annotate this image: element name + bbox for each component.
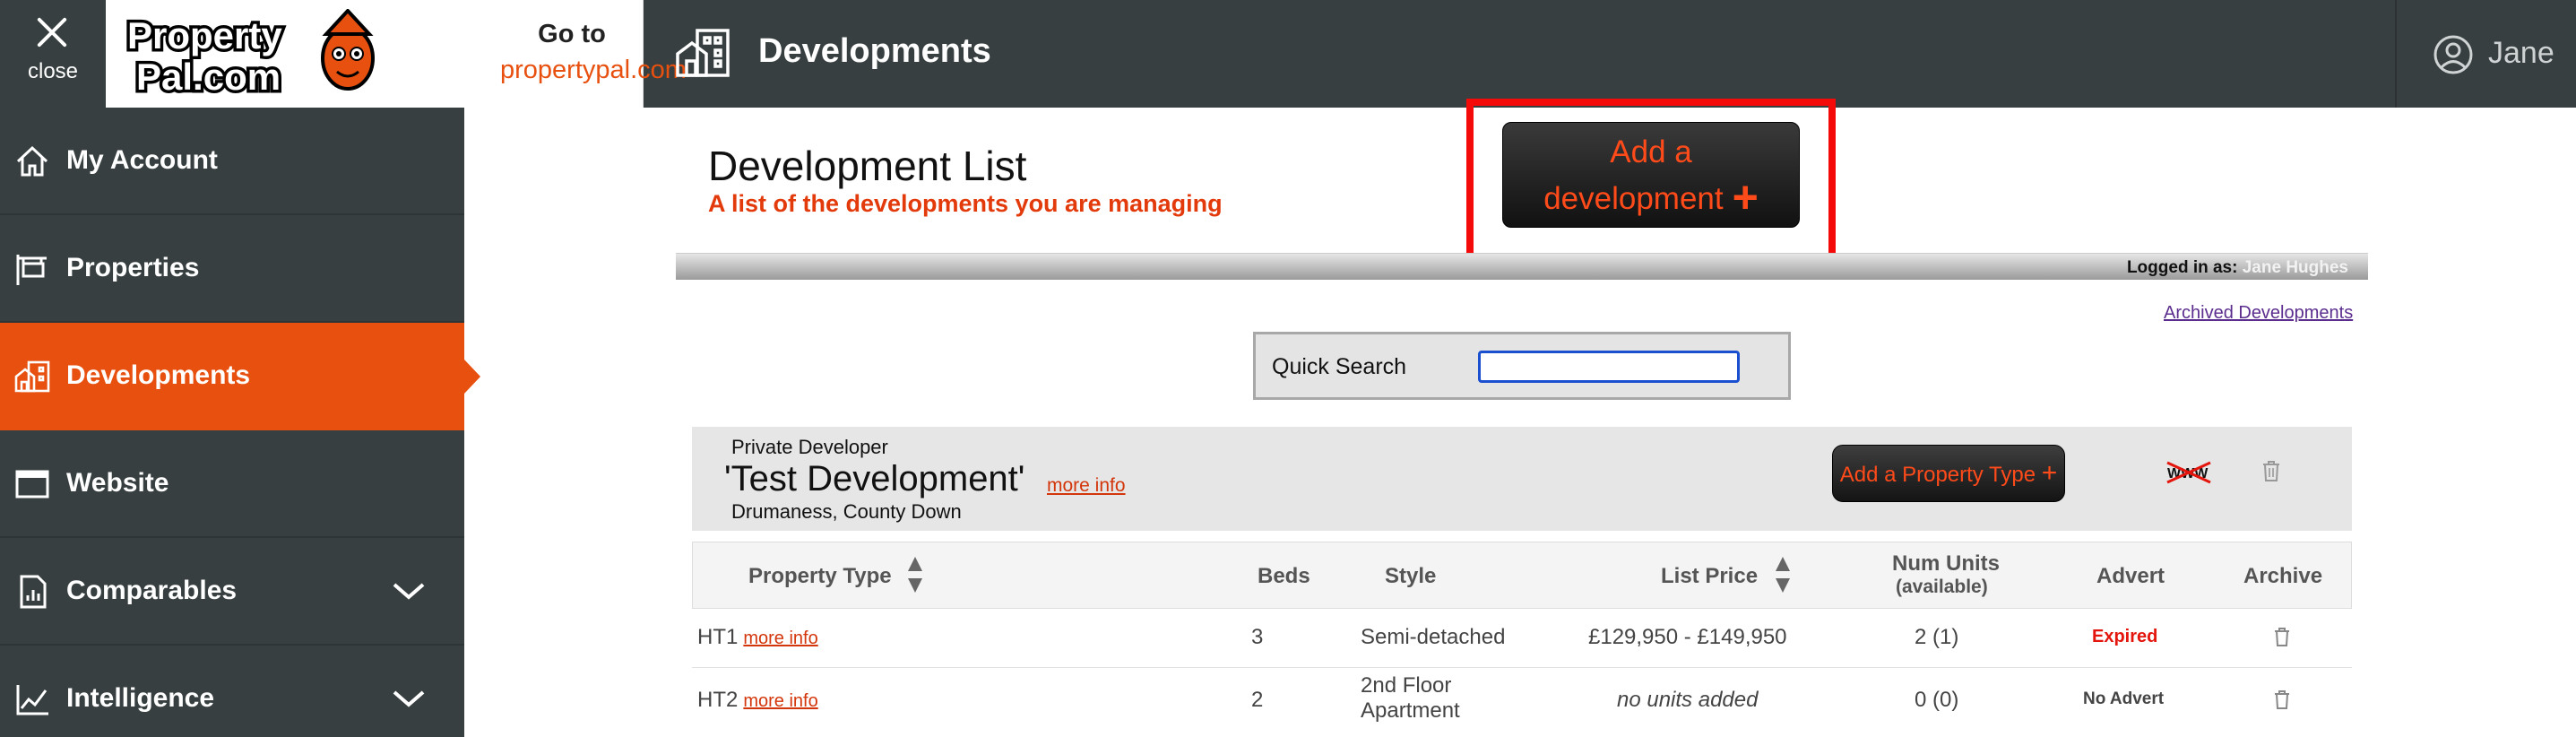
- www-disabled-icon[interactable]: WWW: [2164, 459, 2214, 486]
- header-beds: Beds: [1258, 564, 1310, 588]
- mascot-icon: [321, 9, 375, 91]
- logged-in-bar: Logged in as: Jane Hughes: [676, 253, 2368, 280]
- sidebar-item-properties[interactable]: Properties: [0, 215, 464, 323]
- sidebar-item-developments[interactable]: Developments: [0, 323, 480, 430]
- table-header: Property Type Beds Style List Price Num …: [692, 542, 2352, 609]
- user-name[interactable]: Jane: [2488, 36, 2554, 71]
- cell-style: Semi-detached: [1361, 625, 1506, 649]
- logged-in-text: Logged in as: Jane Hughes: [2127, 258, 2348, 278]
- developments-header-icon: [676, 29, 730, 77]
- header-advert: Advert: [2096, 564, 2165, 588]
- close-icon: [34, 14, 70, 50]
- user-divider: [2395, 0, 2397, 108]
- developer-type: Private Developer: [731, 436, 888, 458]
- home-icon: [16, 145, 48, 177]
- header-property-type[interactable]: Property Type: [748, 564, 892, 589]
- buildings-icon: [14, 360, 50, 393]
- cell-num-units: 2 (1): [1915, 625, 1959, 649]
- user-avatar-icon[interactable]: [2433, 34, 2474, 75]
- propertypal-logo[interactable]: Property Pal.com: [124, 9, 384, 99]
- cell-list-price: no units added: [1617, 688, 1759, 712]
- sort-icon[interactable]: [1774, 555, 1792, 594]
- header-style: Style: [1385, 564, 1437, 588]
- development-name: 'Test Development': [724, 459, 1025, 499]
- highlight-box: [1466, 99, 1836, 271]
- property-type-code: HT2: [697, 688, 739, 712]
- cell-list-price: £129,950 - £149,950: [1588, 625, 1787, 649]
- chevron-down-icon[interactable]: [391, 577, 427, 604]
- sidebar-item-label: Website: [66, 468, 169, 498]
- sidebar: My Account Properties Developments Websi…: [0, 108, 480, 737]
- quick-search-input[interactable]: [1478, 351, 1740, 383]
- header-num-units-sub: (available): [1896, 577, 1988, 597]
- goto-label: Go to: [538, 20, 606, 48]
- cell-style: 2nd Floor: [1361, 673, 1452, 698]
- quick-search-label: Quick Search: [1272, 354, 1407, 379]
- trash-icon[interactable]: [2273, 689, 2291, 709]
- sidebar-item-website[interactable]: Website: [0, 430, 464, 538]
- logged-in-name: Jane Hughes: [2242, 258, 2348, 277]
- sidebar-item-my-account[interactable]: My Account: [0, 108, 464, 215]
- trash-icon[interactable]: [2260, 459, 2282, 482]
- trash-icon[interactable]: [2273, 627, 2291, 646]
- cell-beds: 3: [1251, 625, 1264, 649]
- development-panel: Private Developer 'Test Development' mor…: [692, 427, 2352, 531]
- sidebar-item-label: My Account: [66, 145, 218, 175]
- row-more-info-link[interactable]: more info: [743, 629, 817, 648]
- logo-line2: Pal.com: [136, 56, 281, 98]
- development-list-title: Development List: [708, 143, 1027, 189]
- sidebar-item-comparables[interactable]: Comparables: [0, 538, 464, 646]
- cell-style-line2: Apartment: [1361, 698, 1460, 723]
- logged-in-label: Logged in as:: [2126, 258, 2238, 277]
- sidebar-item-label: Developments: [66, 360, 251, 390]
- cell-property-type: HT1 more info: [697, 625, 818, 650]
- cell-beds: 2: [1251, 688, 1264, 712]
- line-chart-icon: [16, 685, 48, 715]
- add-property-type-label: Add a Property Type: [1839, 463, 2036, 487]
- sidebar-item-label: Properties: [66, 253, 200, 282]
- property-types-table: Property Type Beds Style List Price Num …: [692, 542, 2352, 737]
- sidebar-item-label: Intelligence: [66, 683, 215, 713]
- sort-icon[interactable]: [906, 555, 924, 594]
- close-label: close: [27, 59, 79, 83]
- header-archive: Archive: [2243, 564, 2323, 588]
- browser-window-icon: [15, 470, 49, 499]
- quick-search-box: Quick Search: [1253, 332, 1791, 400]
- advert-status-badge: Expired: [2092, 627, 2158, 646]
- table-row: HT1 more info 3 Semi-detached £129,950 - …: [692, 609, 2352, 668]
- document-chart-icon: [20, 575, 47, 609]
- close-button[interactable]: close: [0, 0, 106, 108]
- development-location: Drumaness, County Down: [731, 500, 962, 523]
- cell-property-type: HT2 more info: [697, 688, 818, 713]
- row-more-info-link[interactable]: more info: [743, 691, 817, 711]
- property-type-code: HT1: [697, 625, 739, 649]
- sign-icon: [16, 255, 47, 285]
- header-list-price[interactable]: List Price: [1661, 564, 1758, 589]
- add-property-type-button[interactable]: Add a Property Type +: [1832, 445, 2065, 502]
- cell-num-units: 0 (0): [1915, 688, 1959, 712]
- logo-line1: Property: [127, 14, 282, 56]
- chevron-down-icon[interactable]: [391, 685, 427, 712]
- page-title: Developments: [758, 32, 991, 70]
- advert-status-badge: No Advert: [2083, 689, 2165, 708]
- sidebar-item-label: Comparables: [66, 576, 238, 605]
- archived-developments-link[interactable]: Archived Developments: [2164, 303, 2353, 324]
- table-row: HT2 more info 2 2nd Floor Apartment no un…: [692, 668, 2352, 737]
- brand-area: Property Pal.com Go to propertypal.com: [106, 0, 687, 108]
- sidebar-item-intelligence[interactable]: Intelligence: [0, 646, 464, 737]
- development-list-subtitle: A list of the developments you are manag…: [708, 190, 1223, 217]
- top-bar: close Property Pal.com Go to propertypal…: [0, 0, 2576, 108]
- development-more-info-link[interactable]: more info: [1047, 475, 1126, 497]
- plus-icon: +: [2041, 458, 2058, 488]
- header-num-units: Num Units: [1892, 551, 2000, 576]
